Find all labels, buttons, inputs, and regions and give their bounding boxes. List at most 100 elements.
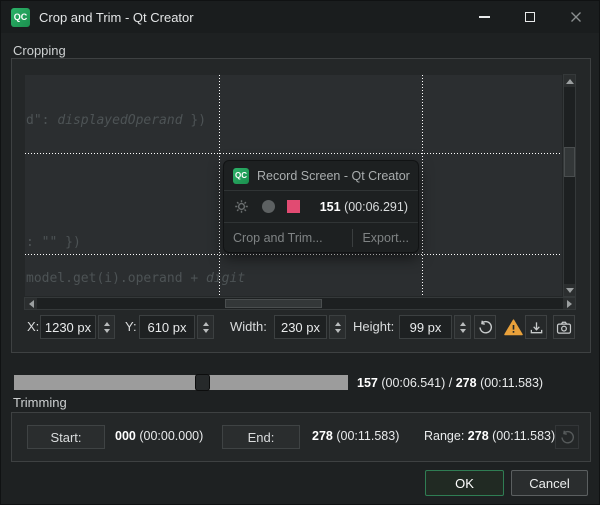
record-frame-time: (00:06.291) bbox=[344, 200, 408, 214]
warning-icon-button[interactable] bbox=[502, 316, 524, 338]
record-crop-and-trim-button: Crop and Trim... bbox=[233, 231, 323, 245]
width-spinbox[interactable] bbox=[274, 315, 327, 339]
record-screen-window: QC Record Screen - Qt Creator bbox=[223, 160, 419, 253]
code-line: model.get(i).operand + digit bbox=[26, 271, 245, 286]
width-spin-down-icon bbox=[335, 329, 341, 333]
qt-creator-app-icon: QC bbox=[11, 8, 30, 27]
stop-indicator-icon bbox=[287, 200, 300, 213]
minimize-button[interactable] bbox=[461, 1, 507, 33]
crop-guide-left[interactable] bbox=[219, 75, 220, 296]
x-spinner[interactable] bbox=[98, 315, 115, 339]
horizontal-scroll-track[interactable] bbox=[37, 298, 563, 309]
scroll-right-button[interactable] bbox=[563, 298, 575, 309]
x-spin-up-icon bbox=[104, 322, 110, 326]
scroll-left-button[interactable] bbox=[25, 298, 37, 309]
y-label: Y: bbox=[125, 319, 137, 334]
trimming-group: Start: 000 (00:00.000) End: 278 (00:11.5… bbox=[11, 412, 591, 462]
y-spinner[interactable] bbox=[197, 315, 214, 339]
horizontal-scroll-thumb[interactable] bbox=[225, 299, 322, 308]
close-icon bbox=[570, 11, 582, 23]
minimize-icon bbox=[479, 16, 490, 17]
close-button[interactable] bbox=[553, 1, 599, 33]
height-label: Height: bbox=[353, 319, 394, 334]
current-frame-time: (00:06.541) bbox=[381, 376, 445, 390]
x-spinbox[interactable] bbox=[40, 315, 96, 339]
frame-separator: / bbox=[449, 376, 452, 390]
trim-range: Range: 278 (00:11.583) bbox=[424, 429, 555, 443]
x-label: X: bbox=[27, 319, 39, 334]
frame-slider[interactable] bbox=[14, 375, 348, 390]
scroll-down-button[interactable] bbox=[564, 284, 575, 296]
window-title: Crop and Trim - Qt Creator bbox=[39, 10, 194, 25]
range-label: Range: bbox=[424, 429, 464, 443]
frame-position-text: 157 (00:06.541) / 278 (00:11.583) bbox=[357, 376, 543, 390]
record-frame-value: 151 bbox=[320, 200, 341, 214]
scroll-up-button[interactable] bbox=[564, 75, 575, 87]
screenshot-button[interactable] bbox=[553, 315, 575, 339]
reset-trim-button[interactable] bbox=[555, 425, 579, 449]
scroll-up-icon bbox=[566, 79, 574, 84]
width-spin-up-icon bbox=[335, 322, 341, 326]
height-spinbox[interactable] bbox=[399, 315, 452, 339]
trim-start-value: 000 (00:00.000) bbox=[115, 429, 203, 443]
reset-crop-button[interactable] bbox=[474, 315, 496, 339]
total-frame-value: 278 bbox=[456, 376, 477, 390]
record-screen-app-icon: QC bbox=[233, 168, 249, 184]
download-icon bbox=[529, 320, 544, 335]
x-spin-down-icon bbox=[104, 329, 110, 333]
crop-and-trim-dialog: QC Crop and Trim - Qt Creator Cropping d… bbox=[0, 0, 600, 505]
cropping-group: d": displayedOperand }) : "" }) model.ge… bbox=[11, 58, 591, 353]
cancel-button[interactable]: Cancel bbox=[511, 470, 588, 496]
camera-icon bbox=[556, 320, 572, 335]
total-frame-time: (00:11.583) bbox=[480, 376, 543, 390]
ok-button[interactable]: OK bbox=[425, 470, 504, 496]
horizontal-scrollbar[interactable] bbox=[24, 297, 576, 310]
start-frame-value: 000 bbox=[115, 429, 136, 443]
title-bar: QC Crop and Trim - Qt Creator bbox=[1, 1, 599, 33]
record-indicator-icon bbox=[262, 200, 275, 213]
warning-icon bbox=[504, 319, 523, 336]
crop-guide-bottom[interactable] bbox=[25, 254, 562, 255]
scroll-right-icon bbox=[567, 300, 572, 308]
settings-gear-icon bbox=[234, 199, 249, 214]
scroll-down-icon bbox=[566, 288, 574, 293]
preview-canvas[interactable]: d": displayedOperand }) : "" }) model.ge… bbox=[24, 74, 563, 297]
reset-icon bbox=[478, 320, 493, 335]
y-spin-up-icon bbox=[203, 322, 209, 326]
crop-fields-row: X: Y: Width: Height: bbox=[12, 315, 590, 339]
width-label: Width: bbox=[230, 319, 267, 334]
end-frame-time: (00:11.583) bbox=[336, 429, 399, 443]
record-buttons-divider bbox=[352, 229, 353, 247]
crop-guide-right[interactable] bbox=[422, 75, 423, 296]
crop-guide-top[interactable] bbox=[25, 153, 562, 154]
trim-start-button[interactable]: Start: bbox=[27, 425, 105, 449]
reset-trim-icon bbox=[560, 430, 575, 445]
window-controls bbox=[461, 1, 599, 33]
frame-slider-handle[interactable] bbox=[195, 374, 210, 391]
start-frame-time: (00:00.000) bbox=[139, 429, 203, 443]
height-spinner[interactable] bbox=[454, 315, 471, 339]
scroll-left-icon bbox=[29, 300, 34, 308]
vertical-scrollbar[interactable] bbox=[563, 74, 576, 297]
current-frame-value: 157 bbox=[357, 376, 378, 390]
y-spin-down-icon bbox=[203, 329, 209, 333]
cropping-group-label: Cropping bbox=[13, 43, 66, 58]
record-export-button: Export... bbox=[362, 231, 409, 245]
maximize-button[interactable] bbox=[507, 1, 553, 33]
height-spin-up-icon bbox=[460, 322, 466, 326]
end-frame-value: 278 bbox=[312, 429, 333, 443]
range-frame-value: 278 bbox=[468, 429, 489, 443]
record-screen-title: Record Screen - Qt Creator bbox=[257, 169, 410, 183]
code-line: d": displayedOperand }) bbox=[26, 113, 206, 128]
maximize-icon bbox=[525, 12, 535, 22]
width-spinner[interactable] bbox=[329, 315, 346, 339]
vertical-scroll-thumb[interactable] bbox=[564, 147, 575, 177]
range-frame-time: (00:11.583) bbox=[492, 429, 555, 443]
trimming-group-label: Trimming bbox=[13, 395, 67, 410]
trim-end-value: 278 (00:11.583) bbox=[312, 429, 399, 443]
export-frame-button[interactable] bbox=[525, 315, 547, 339]
trim-end-button[interactable]: End: bbox=[222, 425, 300, 449]
height-spin-down-icon bbox=[460, 329, 466, 333]
y-spinbox[interactable] bbox=[139, 315, 195, 339]
code-line: : "" }) bbox=[26, 235, 81, 250]
